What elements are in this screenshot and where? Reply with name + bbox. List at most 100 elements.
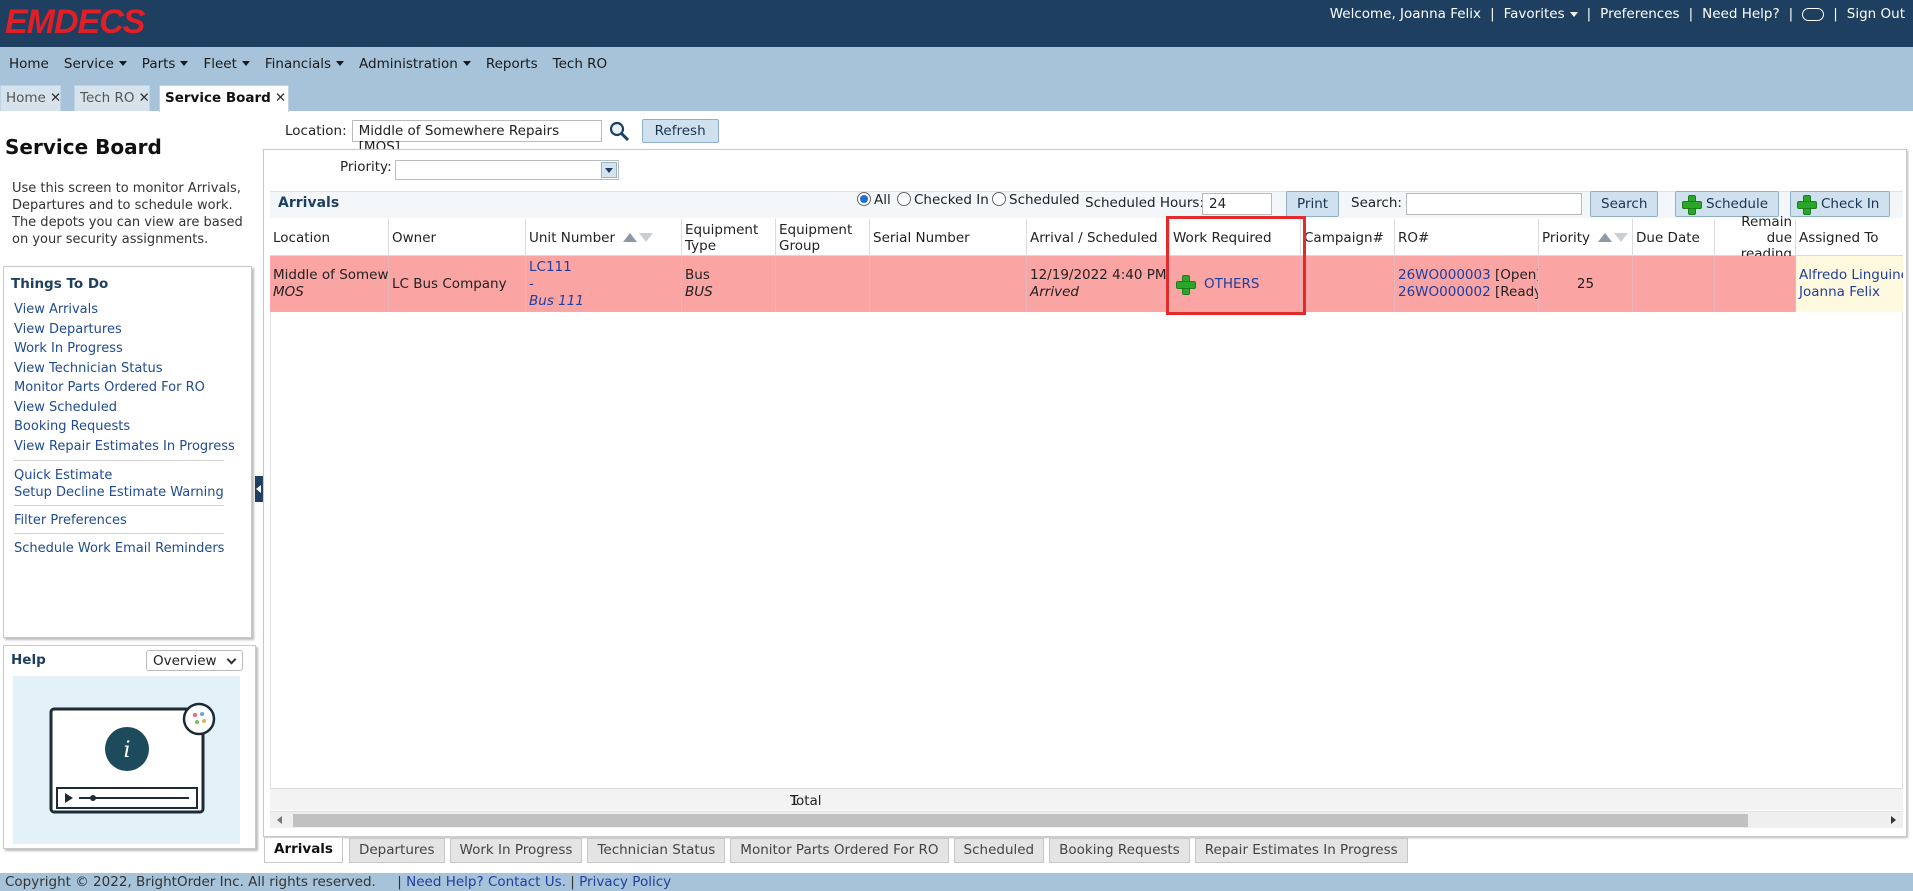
todo-quick-estimate[interactable]: Quick Estimate <box>14 467 251 484</box>
preferences-link[interactable]: Preferences <box>1600 6 1679 22</box>
chevron-down-icon <box>1569 11 1578 17</box>
scroll-right-icon[interactable] <box>1891 816 1896 824</box>
tab-work-in-progress[interactable]: Work In Progress <box>449 838 583 863</box>
tab-service-board[interactable]: Service Board ✕ <box>159 85 289 112</box>
todo-email-reminders[interactable]: Schedule Work Email Reminders <box>14 540 251 557</box>
dropdown-arrow-icon[interactable] <box>601 162 617 178</box>
ro-link[interactable]: 26WO000003 <box>1398 267 1491 283</box>
tab-arrivals[interactable]: Arrivals <box>264 838 343 863</box>
divider <box>14 533 224 534</box>
search-button[interactable]: Search <box>1590 191 1659 217</box>
cell-remain-due <box>1715 256 1796 312</box>
top-header: EMDECS Welcome, Joanna Felix | Favorites… <box>0 0 1913 47</box>
cell-unit-number[interactable]: LC111- Bus 111 <box>526 256 682 312</box>
col-ro[interactable]: RO# <box>1395 219 1539 256</box>
todo-decline-warning[interactable]: Setup Decline Estimate Warning <box>14 484 251 501</box>
col-assigned-to[interactable]: Assigned To <box>1796 219 1903 256</box>
plus-icon <box>1682 195 1702 215</box>
radio-checked-in[interactable]: Checked In <box>897 192 989 208</box>
favorites-menu[interactable]: Favorites <box>1504 6 1578 22</box>
sort-icon[interactable] <box>623 233 654 242</box>
chevron-down-icon <box>336 61 345 66</box>
location-input[interactable]: Middle of Somewhere Repairs [MOS] <box>351 120 602 155</box>
search-icon[interactable] <box>608 120 630 142</box>
ro-link[interactable]: 26WO000002 <box>1398 284 1491 300</box>
cell-assigned-to: Alfredo Linguine Joanna Felix <box>1796 256 1903 312</box>
refresh-button[interactable]: Refresh <box>641 119 719 143</box>
menu-reports[interactable]: Reports <box>486 56 538 72</box>
todo-booking-requests[interactable]: Booking Requests <box>14 417 251 437</box>
divider <box>14 460 224 461</box>
menu-home[interactable]: Home <box>9 56 49 72</box>
cell-serial-number <box>870 256 1027 312</box>
search-input[interactable] <box>1406 193 1582 215</box>
tab-booking-requests[interactable]: Booking Requests <box>1049 838 1190 863</box>
video-info-icon: i <box>49 702 216 814</box>
emdecs-logo[interactable]: EMDECS <box>5 3 145 41</box>
collapse-panel-handle[interactable] <box>255 476 263 502</box>
todo-repair-estimates[interactable]: View Repair Estimates In Progress <box>14 437 251 457</box>
tab-repair-estimates[interactable]: Repair Estimates In Progress <box>1194 838 1408 863</box>
col-equipment-group[interactable]: Equipment Group <box>776 219 870 256</box>
sort-icon[interactable] <box>1598 233 1629 242</box>
todo-view-departures[interactable]: View Departures <box>14 320 251 340</box>
need-help-link[interactable]: Need Help? <box>1702 6 1780 22</box>
col-arrival-scheduled[interactable]: Arrival / Scheduled <box>1027 219 1170 256</box>
menu-service[interactable]: Service <box>64 56 127 72</box>
priority-select[interactable] <box>395 160 619 180</box>
menu-fleet[interactable]: Fleet <box>203 56 250 72</box>
check-in-button[interactable]: Check In <box>1790 191 1891 217</box>
copyright-text: Copyright © 2022, BrightOrder Inc. All r… <box>5 874 376 890</box>
todo-view-technician-status[interactable]: View Technician Status <box>14 359 251 379</box>
tab-scheduled[interactable]: Scheduled <box>953 838 1045 863</box>
scrollbar-thumb[interactable] <box>293 814 1748 827</box>
chat-icon[interactable] <box>1802 7 1825 21</box>
help-panel: Help Overview i <box>3 645 256 849</box>
table-row[interactable]: Middle of Somewhere RepairsMOS LC Bus Co… <box>270 256 1903 312</box>
help-video-thumbnail[interactable]: i <box>13 676 240 844</box>
todo-work-in-progress[interactable]: Work In Progress <box>14 339 251 359</box>
arrivals-title: Arrivals <box>278 195 340 211</box>
todo-filter-preferences[interactable]: Filter Preferences <box>14 512 251 529</box>
tab-home[interactable]: Home ✕ <box>0 85 61 111</box>
tab-technician-status[interactable]: Technician Status <box>587 838 726 863</box>
menu-financials[interactable]: Financials <box>265 56 345 72</box>
radio-scheduled[interactable]: Scheduled <box>992 192 1080 208</box>
menu-parts[interactable]: Parts <box>142 56 189 72</box>
welcome-text: Welcome, Joanna Felix <box>1329 6 1482 22</box>
privacy-link[interactable]: Privacy Policy <box>579 874 671 890</box>
scheduled-hours-input[interactable]: 24 <box>1202 193 1272 215</box>
close-icon[interactable]: ✕ <box>139 90 150 106</box>
col-priority[interactable]: Priority <box>1539 219 1633 256</box>
cell-due-date <box>1633 256 1715 312</box>
todo-view-arrivals[interactable]: View Arrivals <box>14 300 251 320</box>
todo-view-scheduled[interactable]: View Scheduled <box>14 398 251 418</box>
contact-link[interactable]: Need Help? Contact Us. <box>406 874 566 890</box>
page-tabs: Home ✕ Tech RO ✕ Service Board ✕ <box>0 80 1913 112</box>
col-owner[interactable]: Owner <box>389 219 526 256</box>
todo-monitor-parts[interactable]: Monitor Parts Ordered For RO <box>14 378 251 398</box>
col-location[interactable]: Location <box>270 219 389 256</box>
tab-tech-ro[interactable]: Tech RO ✕ <box>74 85 150 111</box>
col-campaign[interactable]: Campaign# <box>1301 219 1395 256</box>
scroll-left-icon[interactable] <box>277 816 282 824</box>
tab-monitor-parts[interactable]: Monitor Parts Ordered For RO <box>730 838 949 863</box>
things-to-do-panel: Things To Do View Arrivals View Departur… <box>3 266 252 638</box>
radio-all[interactable]: All <box>857 192 891 208</box>
menu-administration[interactable]: Administration <box>359 56 471 72</box>
help-topic-select[interactable]: Overview <box>146 650 243 671</box>
col-due-date[interactable]: Due Date <box>1633 219 1715 256</box>
col-equipment-type[interactable]: Equipment Type <box>682 219 776 256</box>
sign-out-link[interactable]: Sign Out <box>1847 6 1905 22</box>
close-icon[interactable]: ✕ <box>50 90 61 106</box>
close-icon[interactable]: ✕ <box>275 90 286 106</box>
menu-tech-ro[interactable]: Tech RO <box>553 56 608 72</box>
col-unit-number[interactable]: Unit Number <box>526 219 682 256</box>
print-button[interactable]: Print <box>1286 191 1340 217</box>
horizontal-scrollbar[interactable] <box>270 811 1903 828</box>
col-serial-number[interactable]: Serial Number <box>870 219 1027 256</box>
col-remain-due[interactable]: Remain due reading <box>1715 214 1796 262</box>
svg-text:i: i <box>123 738 130 763</box>
chevron-down-icon <box>241 61 250 66</box>
tab-departures[interactable]: Departures <box>348 838 445 863</box>
